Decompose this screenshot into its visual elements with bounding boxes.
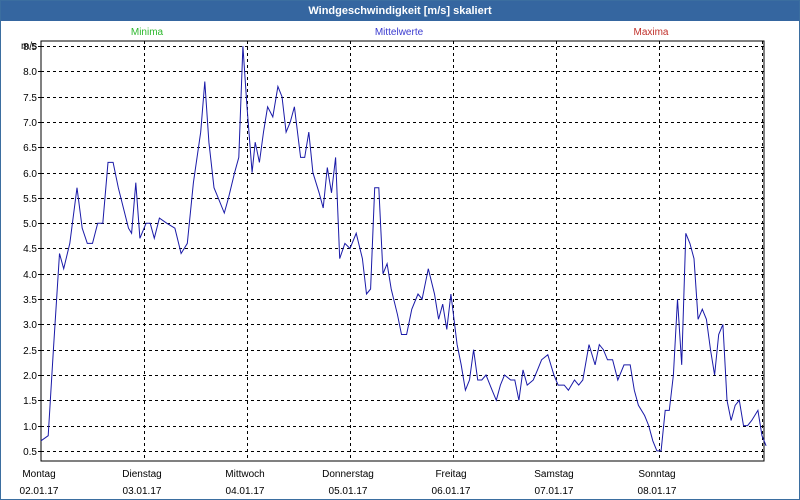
wind-speed-chart: m/s Minima Mittelwerte Maxima 0.51.01.52… [20,27,767,497]
chart-window: Windgeschwindigkeit [m/s] skaliert m/s M… [0,0,800,500]
y-tick-label: 7.0 [23,118,37,129]
x-tick-date-label: 03.01.17 [123,486,162,497]
y-tick-label: 1.5 [23,396,37,407]
x-tick-day-label: Sonntag [638,469,675,480]
y-tick-label: 4.0 [23,270,37,281]
y-tick-label: 5.0 [23,219,37,230]
y-tick-label: 3.0 [23,320,37,331]
y-tick-label: 1.0 [23,422,37,433]
legend-maxima: Maxima [633,27,668,38]
x-tick-day-label: Samstag [534,469,573,480]
x-tick-date-label: 05.01.17 [329,486,368,497]
x-tick-day-label: Dienstag [122,469,161,480]
x-axis-ticks: Montag 02.01.17 Dienstag 03.01.17 Mittwoch 04… [20,469,677,497]
y-tick-label: 6.0 [23,169,37,180]
y-tick-label: 8.5 [23,42,37,53]
x-tick-date-label: 04.01.17 [226,486,265,497]
x-tick-day-label: Montag [22,469,55,480]
y-tick-label: 3.5 [23,295,37,306]
x-tick-date-label: 07.01.17 [535,486,574,497]
legend-minima: Minima [131,27,164,38]
x-tick-date-label: 06.01.17 [432,486,471,497]
legend-mittelwerte: Mittelwerte [375,27,424,38]
y-tick-label: 0.5 [23,447,37,458]
x-tick-day-label: Freitag [435,469,466,480]
y-tick-label: 4.5 [23,244,37,255]
y-tick-label: 5.5 [23,194,37,205]
y-tick-label: 2.5 [23,346,37,357]
plot-area-border [40,40,765,462]
x-tick-date-label: 08.01.17 [638,486,677,497]
x-tick-date-label: 02.01.17 [20,486,59,497]
y-tick-label: 7.5 [23,93,37,104]
y-tick-label: 6.5 [23,143,37,154]
y-tick-label: 8.0 [23,67,37,78]
y-axis-ticks: 0.5 1.0 1.5 2.0 2.5 3.0 3.5 4.0 4.5 5.0 5.5 6.0 6.5 7… [23,42,41,458]
x-tick-day-label: Donnerstag [322,469,374,480]
x-tick-day-label: Mittwoch [225,469,264,480]
y-tick-label: 2.0 [23,371,37,382]
chart-grid [41,41,764,461]
